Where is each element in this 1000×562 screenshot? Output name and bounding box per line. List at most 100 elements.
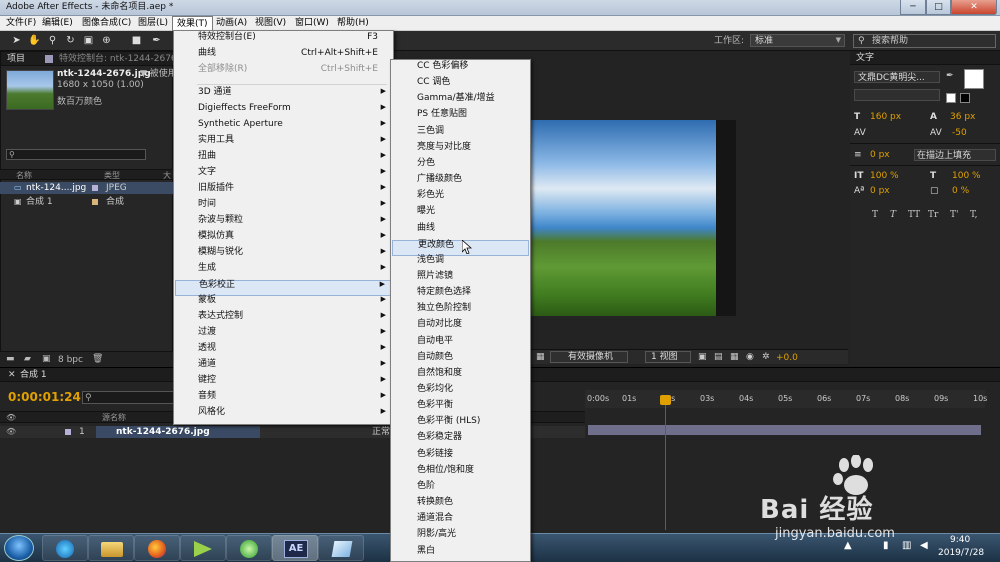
- time-ruler[interactable]: 0:00s 01s 02s 03s 04s 05s 06s 07s 08s 09…: [585, 390, 987, 408]
- horizontal-scale-value[interactable]: 100 %: [952, 172, 981, 181]
- font-style-select[interactable]: [854, 89, 940, 101]
- close-icon[interactable]: ✕: [8, 371, 16, 380]
- effects-menu-item[interactable]: 曲线 Ctrl+Alt+Shift+E: [175, 49, 392, 65]
- column-name[interactable]: 名称: [16, 172, 32, 180]
- style-italic-button[interactable]: T: [890, 211, 896, 220]
- color-correction-item[interactable]: PS 任意贴图: [392, 110, 529, 126]
- color-correction-item[interactable]: 色彩均化: [392, 385, 529, 401]
- effects-menu-item[interactable]: 模糊与锐化 ▶: [175, 248, 392, 264]
- tray-device-icon[interactable]: ▮: [883, 541, 889, 551]
- column-type[interactable]: 类型: [104, 172, 120, 180]
- color-correction-item[interactable]: 转换颜色: [392, 498, 529, 514]
- color-correction-item[interactable]: 自动电平: [392, 336, 529, 353]
- color-correction-item[interactable]: Gamma/基准/增益: [392, 94, 529, 110]
- footage-preview[interactable]: [530, 120, 716, 316]
- tracking-value[interactable]: -50: [952, 129, 967, 138]
- effects-menu-item[interactable]: 实用工具 ▶: [175, 136, 392, 152]
- color-correction-item[interactable]: 彩色光: [392, 191, 529, 207]
- menu-window[interactable]: 窗口(W): [291, 16, 333, 31]
- effects-menu-item[interactable]: 时间 ▶: [175, 200, 392, 216]
- workspace-select[interactable]: 标准 ▼: [750, 34, 845, 47]
- playhead-handle[interactable]: [660, 395, 671, 405]
- color-correction-item[interactable]: 分色: [392, 158, 529, 175]
- effects-menu-item[interactable]: Digieffects FreeForm ▶: [175, 104, 392, 120]
- menu-view[interactable]: 视图(V): [251, 16, 290, 31]
- effects-menu-item[interactable]: 旧版插件 ▶: [175, 184, 392, 200]
- camera-tool-icon[interactable]: ▣: [82, 34, 95, 47]
- color-correction-item[interactable]: 色彩链接: [392, 449, 529, 466]
- maximize-button[interactable]: □: [926, 0, 951, 15]
- effects-menu-item[interactable]: 扭曲 ▶: [175, 152, 392, 168]
- style-allcaps-button[interactable]: TT: [908, 211, 920, 220]
- column-source-name[interactable]: 源名称: [102, 414, 126, 422]
- project-row[interactable]: ▣ 合成 1 合成: [0, 196, 173, 208]
- effects-menu-item[interactable]: 生成 ▶: [175, 264, 392, 280]
- visibility-icon[interactable]: 👁: [6, 414, 16, 422]
- taskbar-app-browser[interactable]: [226, 535, 272, 561]
- effects-menu-item[interactable]: Synthetic Aperture ▶: [175, 120, 392, 136]
- tab-character[interactable]: 文字: [856, 54, 874, 63]
- taskbar-app-notes[interactable]: [318, 535, 364, 561]
- region-icon[interactable]: ▤: [714, 353, 723, 362]
- color-correction-item[interactable]: 亮度与对比度: [392, 142, 529, 159]
- color-correction-item[interactable]: 曲线: [392, 223, 529, 240]
- new-folder-icon[interactable]: ▰: [24, 355, 31, 364]
- bpc-label[interactable]: 8 bpc: [58, 356, 83, 365]
- menu-layer[interactable]: 图层(L): [134, 16, 172, 31]
- color-correction-item[interactable]: 色相位/饱和度: [392, 465, 529, 482]
- exposure-icon[interactable]: ✲: [762, 353, 770, 362]
- taskbar-app-video[interactable]: [180, 535, 226, 561]
- effects-menu-item[interactable]: 蒙板 ▶: [175, 296, 392, 312]
- style-superscript-button[interactable]: T': [950, 211, 958, 220]
- project-search-input[interactable]: ⚲: [6, 149, 146, 160]
- stroke-width-value[interactable]: 0 px: [870, 151, 890, 160]
- tray-volume-icon[interactable]: ◀: [920, 541, 928, 551]
- color-correction-item[interactable]: 自然饱和度: [392, 368, 529, 385]
- taskbar-app-explorer[interactable]: [88, 535, 134, 561]
- search-help-input[interactable]: ⚲ 搜索帮助: [853, 34, 996, 48]
- menu-composition[interactable]: 图像合成(C): [78, 16, 135, 31]
- color-correction-item[interactable]: 自动对比度: [392, 320, 529, 336]
- effects-menu-item[interactable]: 键控 ▶: [175, 376, 392, 392]
- style-subscript-button[interactable]: T,: [970, 211, 978, 220]
- style-smallcaps-button[interactable]: Tr: [928, 211, 938, 220]
- toggle-pixel-icon[interactable]: ▣: [698, 353, 707, 362]
- color-correction-item[interactable]: 三色调: [392, 126, 529, 143]
- effects-menu-item[interactable]: 过渡 ▶: [175, 328, 392, 344]
- mask-tool-icon[interactable]: ■: [130, 34, 143, 47]
- tab-effect-controls[interactable]: 特效控制台: ntk-1244-2676: [59, 55, 177, 64]
- file-usage[interactable]: ▼ 被使用: [140, 70, 177, 79]
- effects-menu-item[interactable]: 表达式控制 ▶: [175, 312, 392, 328]
- close-button[interactable]: ✕: [951, 0, 997, 15]
- new-composition-icon[interactable]: ▣: [42, 355, 51, 364]
- effects-menu-item[interactable]: 风格化 ▶: [175, 408, 392, 424]
- menu-animation[interactable]: 动画(A): [212, 16, 251, 31]
- effects-menu-item[interactable]: 3D 通道 ▶: [175, 88, 392, 104]
- selection-tool-icon[interactable]: ➤: [10, 34, 23, 47]
- color-correction-item[interactable]: 色彩稳定器: [392, 433, 529, 449]
- tab-project[interactable]: 项目: [7, 55, 25, 64]
- interpret-footage-icon[interactable]: ▬: [6, 355, 15, 364]
- project-row[interactable]: ▭ ntk-124....jpg JPEG: [0, 182, 173, 194]
- menu-file[interactable]: 文件(F): [2, 16, 40, 31]
- effects-menu-item[interactable]: 色彩校正 ▶: [175, 280, 392, 296]
- baseline-shift-value[interactable]: 0 px: [870, 187, 890, 196]
- minimize-button[interactable]: ─: [900, 0, 926, 15]
- tab-composition[interactable]: 合成 1: [20, 371, 47, 380]
- grid-icon[interactable]: ▦: [536, 353, 545, 362]
- pan-behind-tool-icon[interactable]: ⊕: [100, 34, 113, 47]
- color-correction-item[interactable]: 广播级颜色: [392, 175, 529, 191]
- tray-expand-icon[interactable]: ▲: [844, 541, 852, 551]
- timecode[interactable]: 0:00:01:24: [8, 391, 81, 403]
- effects-menu-item[interactable]: 全部移除(R) Ctrl+Shift+E: [175, 65, 392, 81]
- color-correction-item[interactable]: 更改颜色: [392, 239, 529, 256]
- color-correction-item[interactable]: 特定颜色选择: [392, 288, 529, 304]
- eyedropper-icon[interactable]: ✒: [946, 71, 962, 87]
- rotate-tool-icon[interactable]: ↻: [64, 34, 77, 47]
- color-correction-item[interactable]: 黑白: [392, 546, 529, 562]
- effects-menu-item[interactable]: 音频 ▶: [175, 392, 392, 408]
- column-size[interactable]: 大: [163, 172, 171, 180]
- effects-menu-item[interactable]: 杂波与颗粒 ▶: [175, 216, 392, 232]
- stroke-swatch-black[interactable]: [960, 93, 970, 103]
- layer-blend-mode[interactable]: 正常: [372, 428, 390, 437]
